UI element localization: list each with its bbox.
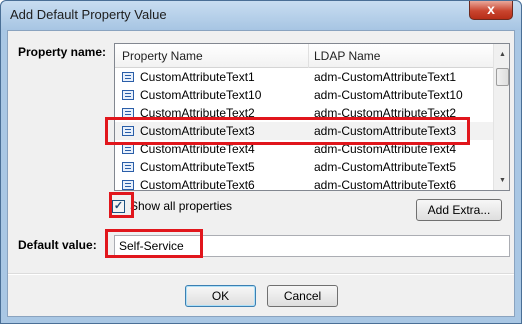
property-name-cell: CustomAttributeText5 — [140, 160, 255, 174]
ldap-name-cell: adm-CustomAttributeText10 — [314, 88, 463, 102]
add-extra-button[interactable]: Add Extra... — [416, 199, 502, 221]
property-list[interactable]: Property Name LDAP Name CustomAttributeT… — [114, 43, 510, 191]
default-value-label: Default value: — [18, 238, 97, 252]
dialog-window: Add Default Property Value x Property na… — [0, 0, 522, 324]
show-all-properties-checkbox[interactable]: ✓ — [112, 200, 125, 213]
property-icon — [122, 180, 134, 190]
ldap-name-cell: adm-CustomAttributeText4 — [314, 142, 457, 156]
property-icon — [122, 90, 134, 100]
column-header-property-name[interactable]: Property Name — [122, 49, 203, 63]
list-item[interactable]: CustomAttributeText3 adm-CustomAttributeT… — [115, 122, 493, 140]
scroll-up-icon[interactable]: ▲ — [494, 46, 509, 63]
property-name-cell: CustomAttributeText10 — [140, 88, 262, 102]
ldap-name-cell: adm-CustomAttributeText3 — [314, 124, 457, 138]
list-header: Property Name LDAP Name — [115, 44, 493, 68]
property-icon — [122, 144, 134, 154]
close-button[interactable]: x — [469, 1, 513, 20]
ldap-name-cell: adm-CustomAttributeText1 — [314, 70, 457, 84]
property-name-cell: CustomAttributeText2 — [140, 106, 255, 120]
property-icon — [122, 108, 134, 118]
property-name-cell: CustomAttributeText3 — [140, 124, 255, 138]
scroll-down-icon[interactable]: ▼ — [494, 172, 509, 189]
ldap-name-cell: adm-CustomAttributeText6 — [314, 178, 457, 191]
default-value-input[interactable]: Self-Service — [114, 235, 510, 257]
list-item[interactable]: CustomAttributeText2 adm-CustomAttributeT… — [115, 104, 493, 122]
list-item[interactable]: CustomAttributeText5 adm-CustomAttributeT… — [115, 158, 493, 176]
window-title: Add Default Property Value — [10, 7, 167, 22]
cancel-button[interactable]: Cancel — [267, 285, 338, 307]
property-icon — [122, 162, 134, 172]
ok-button[interactable]: OK — [185, 285, 256, 307]
ldap-name-cell: adm-CustomAttributeText5 — [314, 160, 457, 174]
ldap-name-cell: adm-CustomAttributeText2 — [314, 106, 457, 120]
property-icon — [122, 126, 134, 136]
property-name-cell: CustomAttributeText1 — [140, 70, 255, 84]
property-name-cell: CustomAttributeText4 — [140, 142, 255, 156]
scroll-thumb[interactable] — [496, 68, 509, 86]
column-separator[interactable] — [308, 44, 309, 68]
title-bar[interactable]: Add Default Property Value x — [1, 1, 521, 30]
close-icon: x — [487, 1, 495, 17]
list-item[interactable]: CustomAttributeText10 adm-CustomAttribute… — [115, 86, 493, 104]
list-item[interactable]: CustomAttributeText6 adm-CustomAttributeT… — [115, 176, 493, 191]
dialog-body: Property name: Property Name LDAP Name C… — [7, 30, 515, 317]
column-header-ldap-name[interactable]: LDAP Name — [314, 49, 380, 63]
property-name-cell: CustomAttributeText6 — [140, 178, 255, 191]
list-rows: CustomAttributeText1 adm-CustomAttributeT… — [115, 68, 493, 191]
divider-highlight — [8, 274, 514, 275]
list-item[interactable]: CustomAttributeText1 adm-CustomAttributeT… — [115, 68, 493, 86]
property-name-label: Property name: — [18, 45, 107, 59]
property-icon — [122, 72, 134, 82]
vertical-scrollbar[interactable]: ▲ ▼ — [493, 44, 509, 190]
list-item[interactable]: CustomAttributeText4 adm-CustomAttributeT… — [115, 140, 493, 158]
show-all-properties-label[interactable]: Show all properties — [130, 199, 232, 213]
